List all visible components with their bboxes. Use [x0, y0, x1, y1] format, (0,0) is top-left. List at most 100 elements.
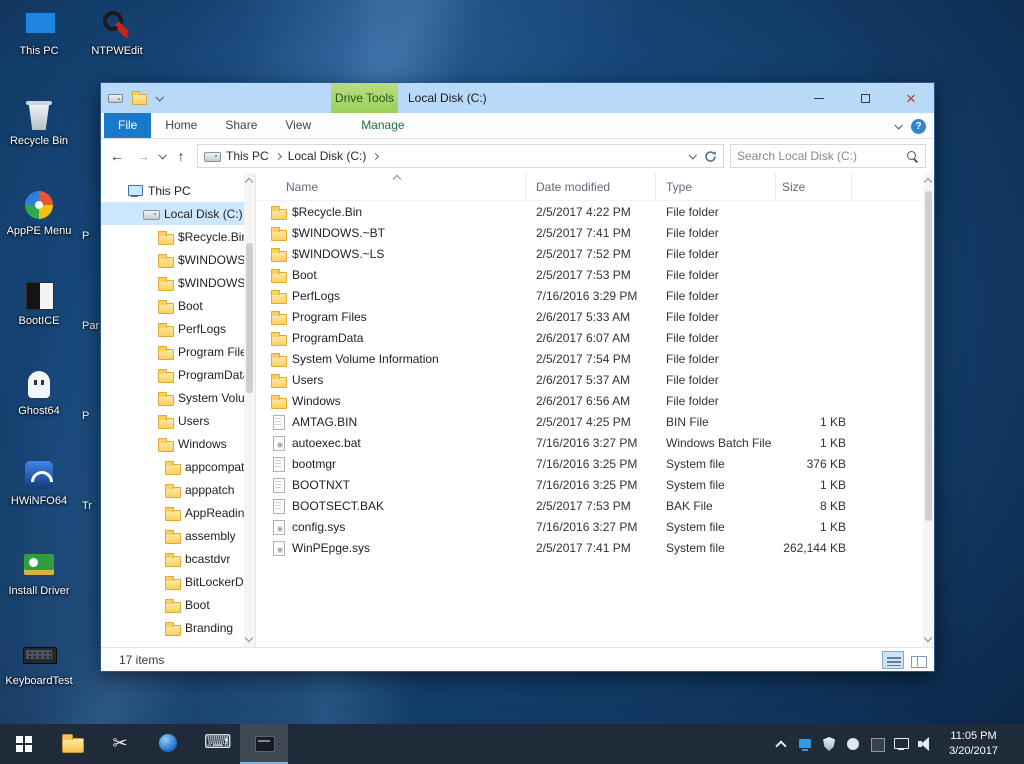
refresh-icon[interactable]: [704, 150, 717, 163]
tray-icon[interactable]: [893, 736, 910, 752]
nav-tree-item[interactable]: Program Files: [101, 340, 255, 363]
search-icon[interactable]: [905, 149, 919, 163]
nav-tree-item[interactable]: PerfLogs: [101, 317, 255, 340]
ribbon-expand-chevron-icon[interactable]: [894, 121, 903, 130]
nav-tree-item[interactable]: BitLockerDi...: [101, 570, 255, 593]
nav-tree-item[interactable]: Local Disk (C:): [101, 202, 255, 225]
file-row[interactable]: BOOTNXT 7/16/2016 3:25 PM System file 1 …: [256, 474, 934, 495]
nav-tree-item[interactable]: bcastdvr: [101, 547, 255, 570]
titlebar[interactable]: Drive Tools Local Disk (C:): [101, 83, 934, 113]
nav-tree-item[interactable]: System Volu...: [101, 386, 255, 409]
breadcrumb-item[interactable]: Local Disk (C:): [288, 149, 367, 163]
file-row[interactable]: $Recycle.Bin 2/5/2017 4:22 PM File folde…: [256, 201, 934, 222]
scroll-down-icon[interactable]: [923, 633, 933, 643]
close-button[interactable]: [888, 83, 934, 113]
tray-icon[interactable]: [869, 736, 886, 752]
large-icons-view-button[interactable]: [906, 651, 928, 669]
file-row[interactable]: ProgramData 2/6/2017 6:07 AM File folder: [256, 327, 934, 348]
tray-icon[interactable]: [773, 736, 789, 752]
taskbar-app-button[interactable]: [240, 724, 288, 764]
desktop-icon[interactable]: This PC: [0, 8, 78, 57]
tray-icon[interactable]: [917, 736, 933, 752]
column-header[interactable]: Date modified: [526, 173, 656, 200]
column-header[interactable]: Size: [776, 173, 852, 200]
qat-chevron-down-icon[interactable]: [155, 93, 164, 102]
file-row[interactable]: System Volume Information 2/5/2017 7:54 …: [256, 348, 934, 369]
desktop-icon-label-partial[interactable]: Tr: [82, 500, 92, 512]
nav-scrollbar[interactable]: [244, 173, 255, 647]
maximize-button[interactable]: [842, 83, 888, 113]
file-row[interactable]: PerfLogs 7/16/2016 3:29 PM File folder: [256, 285, 934, 306]
breadcrumb-item[interactable]: This PC: [226, 149, 269, 163]
tray-icon[interactable]: [821, 736, 837, 752]
file-row[interactable]: WinPEpge.sys 2/5/2017 7:41 PM System fil…: [256, 537, 934, 558]
file-row[interactable]: $WINDOWS.~LS 2/5/2017 7:52 PM File folde…: [256, 243, 934, 264]
taskbar-app-button[interactable]: [48, 724, 96, 764]
file-row[interactable]: $WINDOWS.~BT 2/5/2017 7:41 PM File folde…: [256, 222, 934, 243]
file-row[interactable]: config.sys 7/16/2016 3:27 PM System file…: [256, 516, 934, 537]
desktop-icon-label-partial[interactable]: P: [82, 230, 89, 242]
up-button[interactable]: [171, 148, 191, 164]
scrollbar-thumb[interactable]: [246, 243, 253, 393]
taskbar-clock[interactable]: 11:05 PM 3/20/2017: [941, 729, 1006, 760]
ribbon-tab[interactable]: File: [104, 113, 152, 138]
file-row[interactable]: Users 2/6/2017 5:37 AM File folder: [256, 369, 934, 390]
address-bar[interactable]: This PC Local Disk (C:): [197, 144, 724, 168]
scroll-up-icon[interactable]: [244, 177, 254, 187]
search-box[interactable]: [730, 144, 926, 168]
nav-tree-item[interactable]: Boot: [101, 294, 255, 317]
back-button[interactable]: [107, 148, 127, 164]
breadcrumb-chevron-icon[interactable]: [274, 152, 282, 160]
file-list-scrollbar[interactable]: [923, 173, 934, 647]
desktop-icon-label-partial[interactable]: Par: [82, 320, 99, 332]
column-header[interactable]: Name: [256, 173, 526, 200]
desktop-icon-label-partial[interactable]: P: [82, 410, 89, 422]
file-row[interactable]: Windows 2/6/2017 6:56 AM File folder: [256, 390, 934, 411]
ribbon-tab[interactable]: Share: [211, 113, 271, 138]
nav-tree-item[interactable]: Windows: [101, 432, 255, 455]
nav-tree-item[interactable]: Boot: [101, 593, 255, 616]
taskbar-app-button[interactable]: [96, 724, 144, 764]
file-row[interactable]: AMTAG.BIN 2/5/2017 4:25 PM BIN File 1 KB: [256, 411, 934, 432]
column-header[interactable]: Type: [656, 173, 776, 200]
file-row[interactable]: Program Files 2/6/2017 5:33 AM File fold…: [256, 306, 934, 327]
nav-tree-item[interactable]: ProgramData: [101, 363, 255, 386]
file-row[interactable]: autoexec.bat 7/16/2016 3:27 PM Windows B…: [256, 432, 934, 453]
taskbar-app-button[interactable]: [192, 724, 240, 764]
ribbon-tab[interactable]: Manage: [347, 113, 418, 138]
start-button[interactable]: [0, 724, 48, 764]
nav-tree-item[interactable]: This PC: [101, 179, 255, 202]
help-icon[interactable]: [911, 118, 926, 134]
nav-tree-item[interactable]: $WINDOWS.~...: [101, 248, 255, 271]
nav-tree-item[interactable]: $Recycle.Bin: [101, 225, 255, 248]
scrollbar-thumb[interactable]: [925, 191, 932, 521]
minimize-button[interactable]: [796, 83, 842, 113]
forward-button[interactable]: [133, 148, 153, 164]
nav-tree-item[interactable]: apppatch: [101, 478, 255, 501]
scroll-down-icon[interactable]: [244, 633, 254, 643]
breadcrumb-chevron-icon[interactable]: [372, 152, 380, 160]
recent-locations-chevron-icon[interactable]: [158, 151, 167, 160]
address-dropdown-chevron-icon[interactable]: [688, 151, 697, 160]
nav-tree-item[interactable]: appcompat: [101, 455, 255, 478]
search-input[interactable]: [737, 149, 905, 163]
nav-tree-item[interactable]: Branding: [101, 616, 255, 639]
tray-icon[interactable]: [797, 736, 813, 752]
ribbon-tab[interactable]: Home: [151, 113, 211, 138]
taskbar-app-button[interactable]: [144, 724, 192, 764]
system-menu-drive-icon[interactable]: [108, 93, 123, 103]
desktop-icon[interactable]: NTPWEdit: [78, 8, 156, 57]
nav-tree-item[interactable]: Users: [101, 409, 255, 432]
nav-tree-item[interactable]: $WINDOWS.~...: [101, 271, 255, 294]
quick-access-folder-icon[interactable]: [132, 90, 147, 105]
details-view-button[interactable]: [882, 650, 904, 669]
nav-tree-item[interactable]: AppReadine...: [101, 501, 255, 524]
scroll-up-icon[interactable]: [923, 177, 933, 187]
drive-tools-contextual-tab[interactable]: Drive Tools: [331, 83, 398, 113]
file-row[interactable]: BOOTSECT.BAK 2/5/2017 7:53 PM BAK File 8…: [256, 495, 934, 516]
nav-tree-item[interactable]: assembly: [101, 524, 255, 547]
ribbon-tab[interactable]: View: [271, 113, 325, 138]
file-row[interactable]: Boot 2/5/2017 7:53 PM File folder: [256, 264, 934, 285]
tray-icon[interactable]: [845, 736, 861, 752]
file-row[interactable]: bootmgr 7/16/2016 3:25 PM System file 37…: [256, 453, 934, 474]
